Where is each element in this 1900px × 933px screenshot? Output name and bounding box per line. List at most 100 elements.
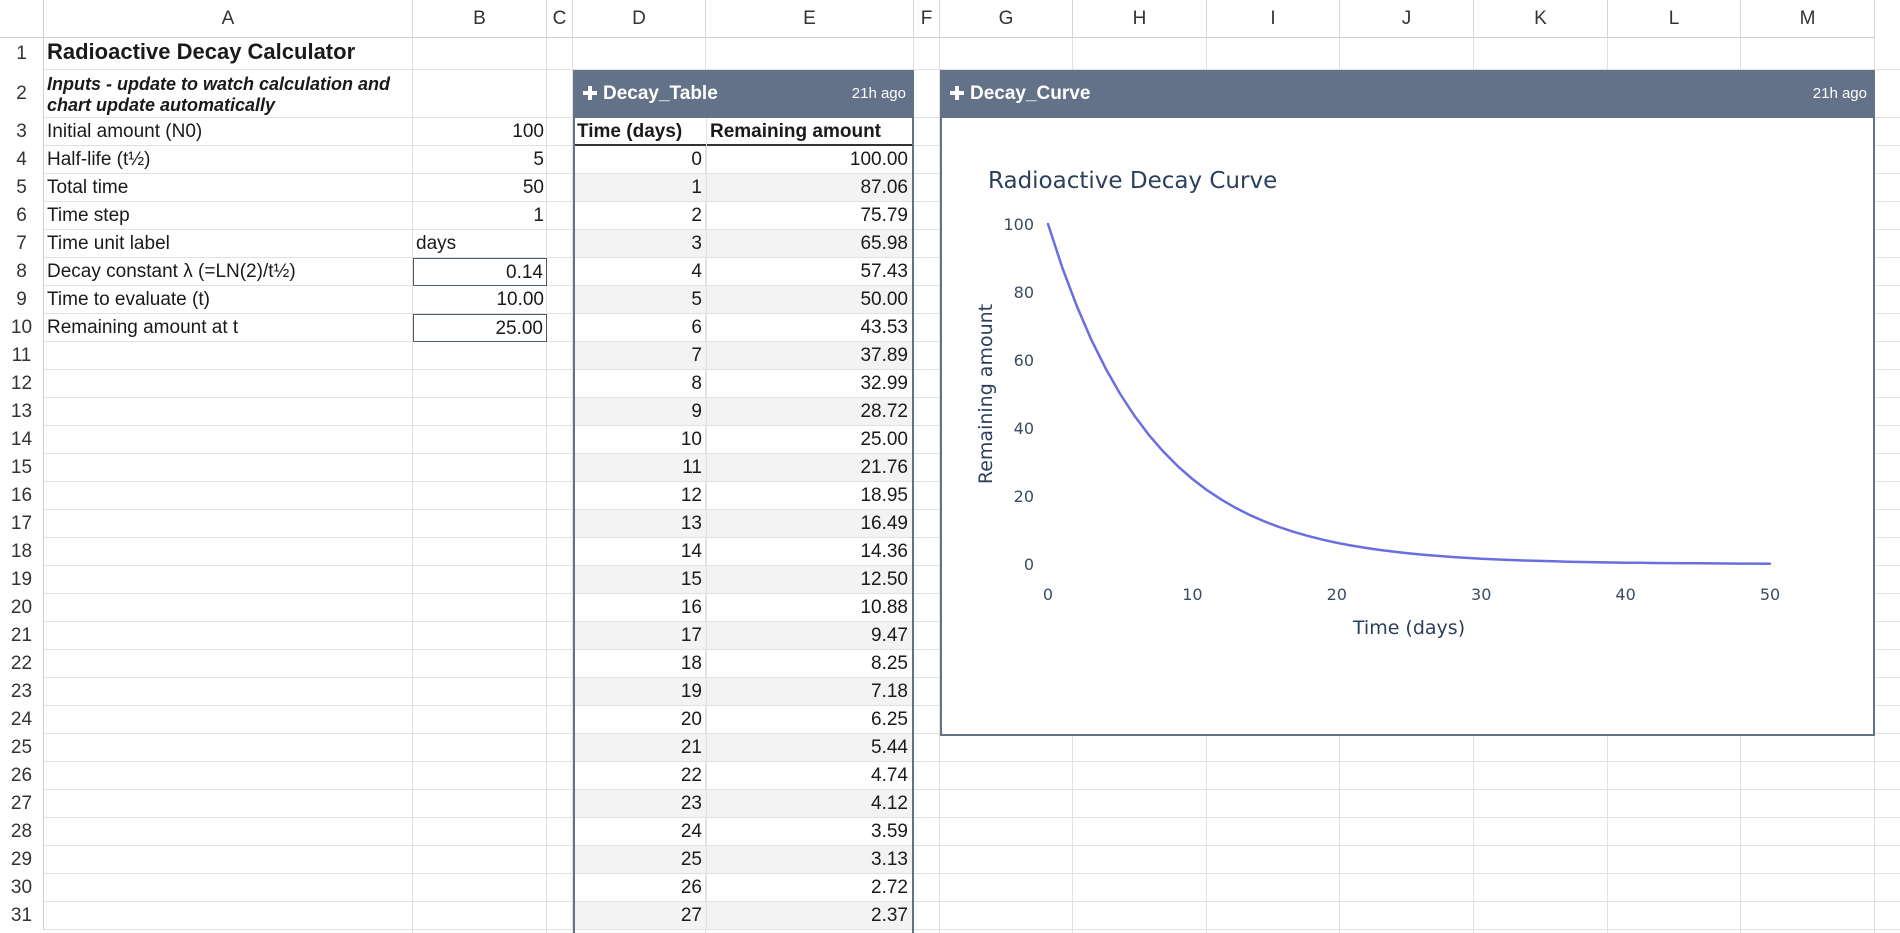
column-header-f[interactable]: F [914,0,940,38]
time-cell[interactable]: 27 [575,902,707,930]
param-label[interactable]: Decay constant λ (=LN(2)/t½) [44,258,413,286]
remaining-cell[interactable]: 50.00 [707,286,912,314]
remaining-cell[interactable]: 28.72 [707,398,912,426]
table-row[interactable]: 14 14.36 [575,538,912,566]
time-cell[interactable]: 21 [575,734,707,762]
time-cell[interactable]: 26 [575,874,707,902]
table-row[interactable]: 17 9.47 [575,622,912,650]
row-header-20[interactable]: 20 [0,594,44,622]
time-cell[interactable]: 16 [575,594,707,622]
row-header-25[interactable]: 25 [0,734,44,762]
column-header-b[interactable]: B [413,0,547,38]
decay-curve-header[interactable]: Decay_Curve 21h ago [940,70,1875,118]
table-row[interactable]: 21 5.44 [575,734,912,762]
param-label[interactable]: Initial amount (N0) [44,118,413,146]
time-cell[interactable]: 1 [575,174,707,202]
column-header-c[interactable]: C [547,0,573,38]
row-header-9[interactable]: 9 [0,286,44,314]
table-row[interactable]: 3 65.98 [575,230,912,258]
row-header-19[interactable]: 19 [0,566,44,594]
table-row[interactable]: 27 2.37 [575,902,912,930]
remaining-cell[interactable]: 4.74 [707,762,912,790]
time-cell[interactable]: 4 [575,258,707,286]
remaining-cell[interactable]: 3.13 [707,846,912,874]
param-value[interactable]: 10.00 [413,286,547,314]
row-header-13[interactable]: 13 [0,398,44,426]
time-cell[interactable]: 0 [575,146,707,174]
table-row[interactable]: 1 87.06 [575,174,912,202]
column-header-m[interactable]: M [1741,0,1875,38]
remaining-cell[interactable]: 100.00 [707,146,912,174]
row-header-3[interactable]: 3 [0,118,44,146]
time-cell[interactable]: 17 [575,622,707,650]
spreadsheet[interactable]: ABCDEFGHIJKLM 1 2 3 4 5 6 7 8 9 10 11 12 13 14 15 16 17 1… [0,0,1900,933]
table-row[interactable]: 11 21.76 [575,454,912,482]
row-header-28[interactable]: 28 [0,818,44,846]
row-header-11[interactable]: 11 [0,342,44,370]
param-value[interactable]: 25.00 [413,314,547,342]
remaining-cell[interactable]: 32.99 [707,370,912,398]
param-label[interactable]: Remaining amount at t [44,314,413,342]
calculator-note[interactable]: Inputs - update to watch calculation and… [44,70,414,118]
row-header-7[interactable]: 7 [0,230,44,258]
column-header-j[interactable]: J [1340,0,1474,38]
column-header-d[interactable]: D [573,0,706,38]
remaining-cell[interactable]: 18.95 [707,482,912,510]
time-cell[interactable]: 20 [575,706,707,734]
time-cell[interactable]: 2 [575,202,707,230]
row-header-6[interactable]: 6 [0,202,44,230]
row-header-18[interactable]: 18 [0,538,44,566]
time-cell[interactable]: 22 [575,762,707,790]
remaining-cell[interactable]: 12.50 [707,566,912,594]
remaining-cell[interactable]: 2.72 [707,874,912,902]
param-value[interactable]: 50 [413,174,547,202]
column-header-remaining[interactable]: Remaining amount [708,118,914,146]
remaining-cell[interactable]: 25.00 [707,426,912,454]
column-header-i[interactable]: I [1207,0,1340,38]
remaining-cell[interactable]: 5.44 [707,734,912,762]
remaining-cell[interactable]: 7.18 [707,678,912,706]
row-header-21[interactable]: 21 [0,622,44,650]
column-header-k[interactable]: K [1474,0,1608,38]
select-all-corner[interactable] [0,0,44,38]
table-row[interactable]: 0 100.00 [575,146,912,174]
param-value[interactable]: 100 [413,118,547,146]
row-header-12[interactable]: 12 [0,370,44,398]
time-cell[interactable]: 25 [575,846,707,874]
calculator-title[interactable]: Radioactive Decay Calculator [44,38,414,66]
column-header-a[interactable]: A [44,0,413,38]
remaining-cell[interactable]: 43.53 [707,314,912,342]
param-label[interactable]: Time step [44,202,413,230]
remaining-cell[interactable]: 57.43 [707,258,912,286]
remaining-cell[interactable]: 3.59 [707,818,912,846]
time-cell[interactable]: 11 [575,454,707,482]
remaining-cell[interactable]: 21.76 [707,454,912,482]
time-cell[interactable]: 13 [575,510,707,538]
row-header-31[interactable]: 31 [0,902,44,930]
time-cell[interactable]: 12 [575,482,707,510]
row-header-10[interactable]: 10 [0,314,44,342]
table-row[interactable]: 15 12.50 [575,566,912,594]
table-row[interactable]: 7 37.89 [575,342,912,370]
remaining-cell[interactable]: 37.89 [707,342,912,370]
param-value[interactable]: 5 [413,146,547,174]
remaining-cell[interactable]: 6.25 [707,706,912,734]
remaining-cell[interactable]: 65.98 [707,230,912,258]
time-cell[interactable]: 8 [575,370,707,398]
row-header-4[interactable]: 4 [0,146,44,174]
row-header-8[interactable]: 8 [0,258,44,286]
row-header-14[interactable]: 14 [0,426,44,454]
time-cell[interactable]: 14 [575,538,707,566]
row-header-17[interactable]: 17 [0,510,44,538]
time-cell[interactable]: 23 [575,790,707,818]
row-header-1[interactable]: 1 [0,38,44,70]
time-cell[interactable]: 19 [575,678,707,706]
table-row[interactable]: 9 28.72 [575,398,912,426]
column-header-time[interactable]: Time (days) [575,118,707,146]
table-row[interactable]: 13 16.49 [575,510,912,538]
remaining-cell[interactable]: 4.12 [707,790,912,818]
table-row[interactable]: 10 25.00 [575,426,912,454]
table-row[interactable]: 16 10.88 [575,594,912,622]
table-row[interactable]: 6 43.53 [575,314,912,342]
decay-table[interactable]: Time (days) Remaining amount 0 100.00 1 87.… [573,118,914,933]
